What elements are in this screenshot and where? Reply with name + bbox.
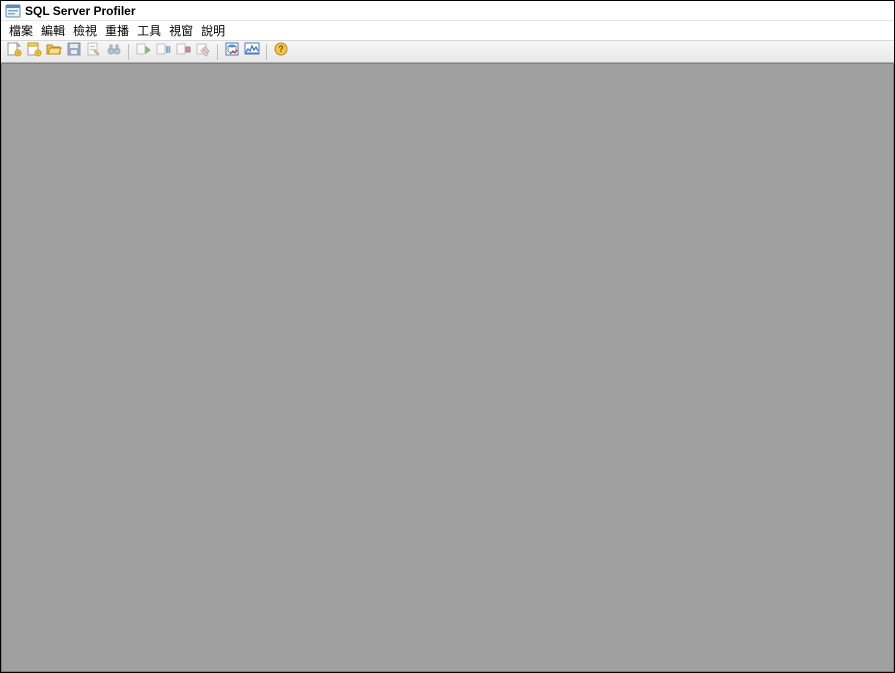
toolbar-separator (128, 44, 129, 60)
new-trace-icon (6, 41, 22, 62)
properties-icon (86, 41, 102, 62)
binoculars-icon (106, 41, 122, 62)
floppy-disk-icon (66, 41, 82, 62)
app-icon (5, 3, 21, 19)
activity-monitor-icon (244, 41, 260, 62)
run-trace-button (134, 43, 152, 61)
app-title: SQL Server Profiler (25, 4, 136, 18)
activity-monitor-button[interactable] (243, 43, 261, 61)
play-icon (135, 41, 151, 62)
menu-file[interactable]: 檔案 (7, 21, 35, 40)
menu-help[interactable]: 說明 (199, 21, 227, 40)
pause-trace-button (154, 43, 172, 61)
menu-tools[interactable]: 工具 (135, 21, 163, 40)
toolbar: ? (1, 41, 894, 63)
new-template-icon (26, 41, 42, 62)
menu-window[interactable]: 視窗 (167, 21, 195, 40)
find-button (105, 43, 123, 61)
mdi-workspace (1, 63, 894, 672)
menubar: 檔案 編輯 檢視 重播 工具 視窗 說明 (1, 21, 894, 41)
menu-edit[interactable]: 編輯 (39, 21, 67, 40)
titlebar: SQL Server Profiler (1, 1, 894, 21)
clear-trace-window-button (194, 43, 212, 61)
eraser-icon (195, 41, 211, 62)
menu-replay[interactable]: 重播 (103, 21, 131, 40)
svg-text:?: ? (278, 44, 284, 54)
stop-trace-button (174, 43, 192, 61)
database-tuning-advisor-button[interactable] (223, 43, 241, 61)
stop-icon (175, 41, 191, 62)
open-file-button[interactable] (45, 43, 63, 61)
properties-button (85, 43, 103, 61)
tuning-advisor-icon (224, 41, 240, 62)
help-icon: ? (273, 41, 289, 62)
folder-open-icon (46, 41, 62, 62)
help-button[interactable]: ? (272, 43, 290, 61)
save-button (65, 43, 83, 61)
toolbar-separator (266, 44, 267, 60)
toolbar-separator (217, 44, 218, 60)
menu-view[interactable]: 檢視 (71, 21, 99, 40)
new-template-button[interactable] (25, 43, 43, 61)
new-trace-button[interactable] (5, 43, 23, 61)
pause-icon (155, 41, 171, 62)
